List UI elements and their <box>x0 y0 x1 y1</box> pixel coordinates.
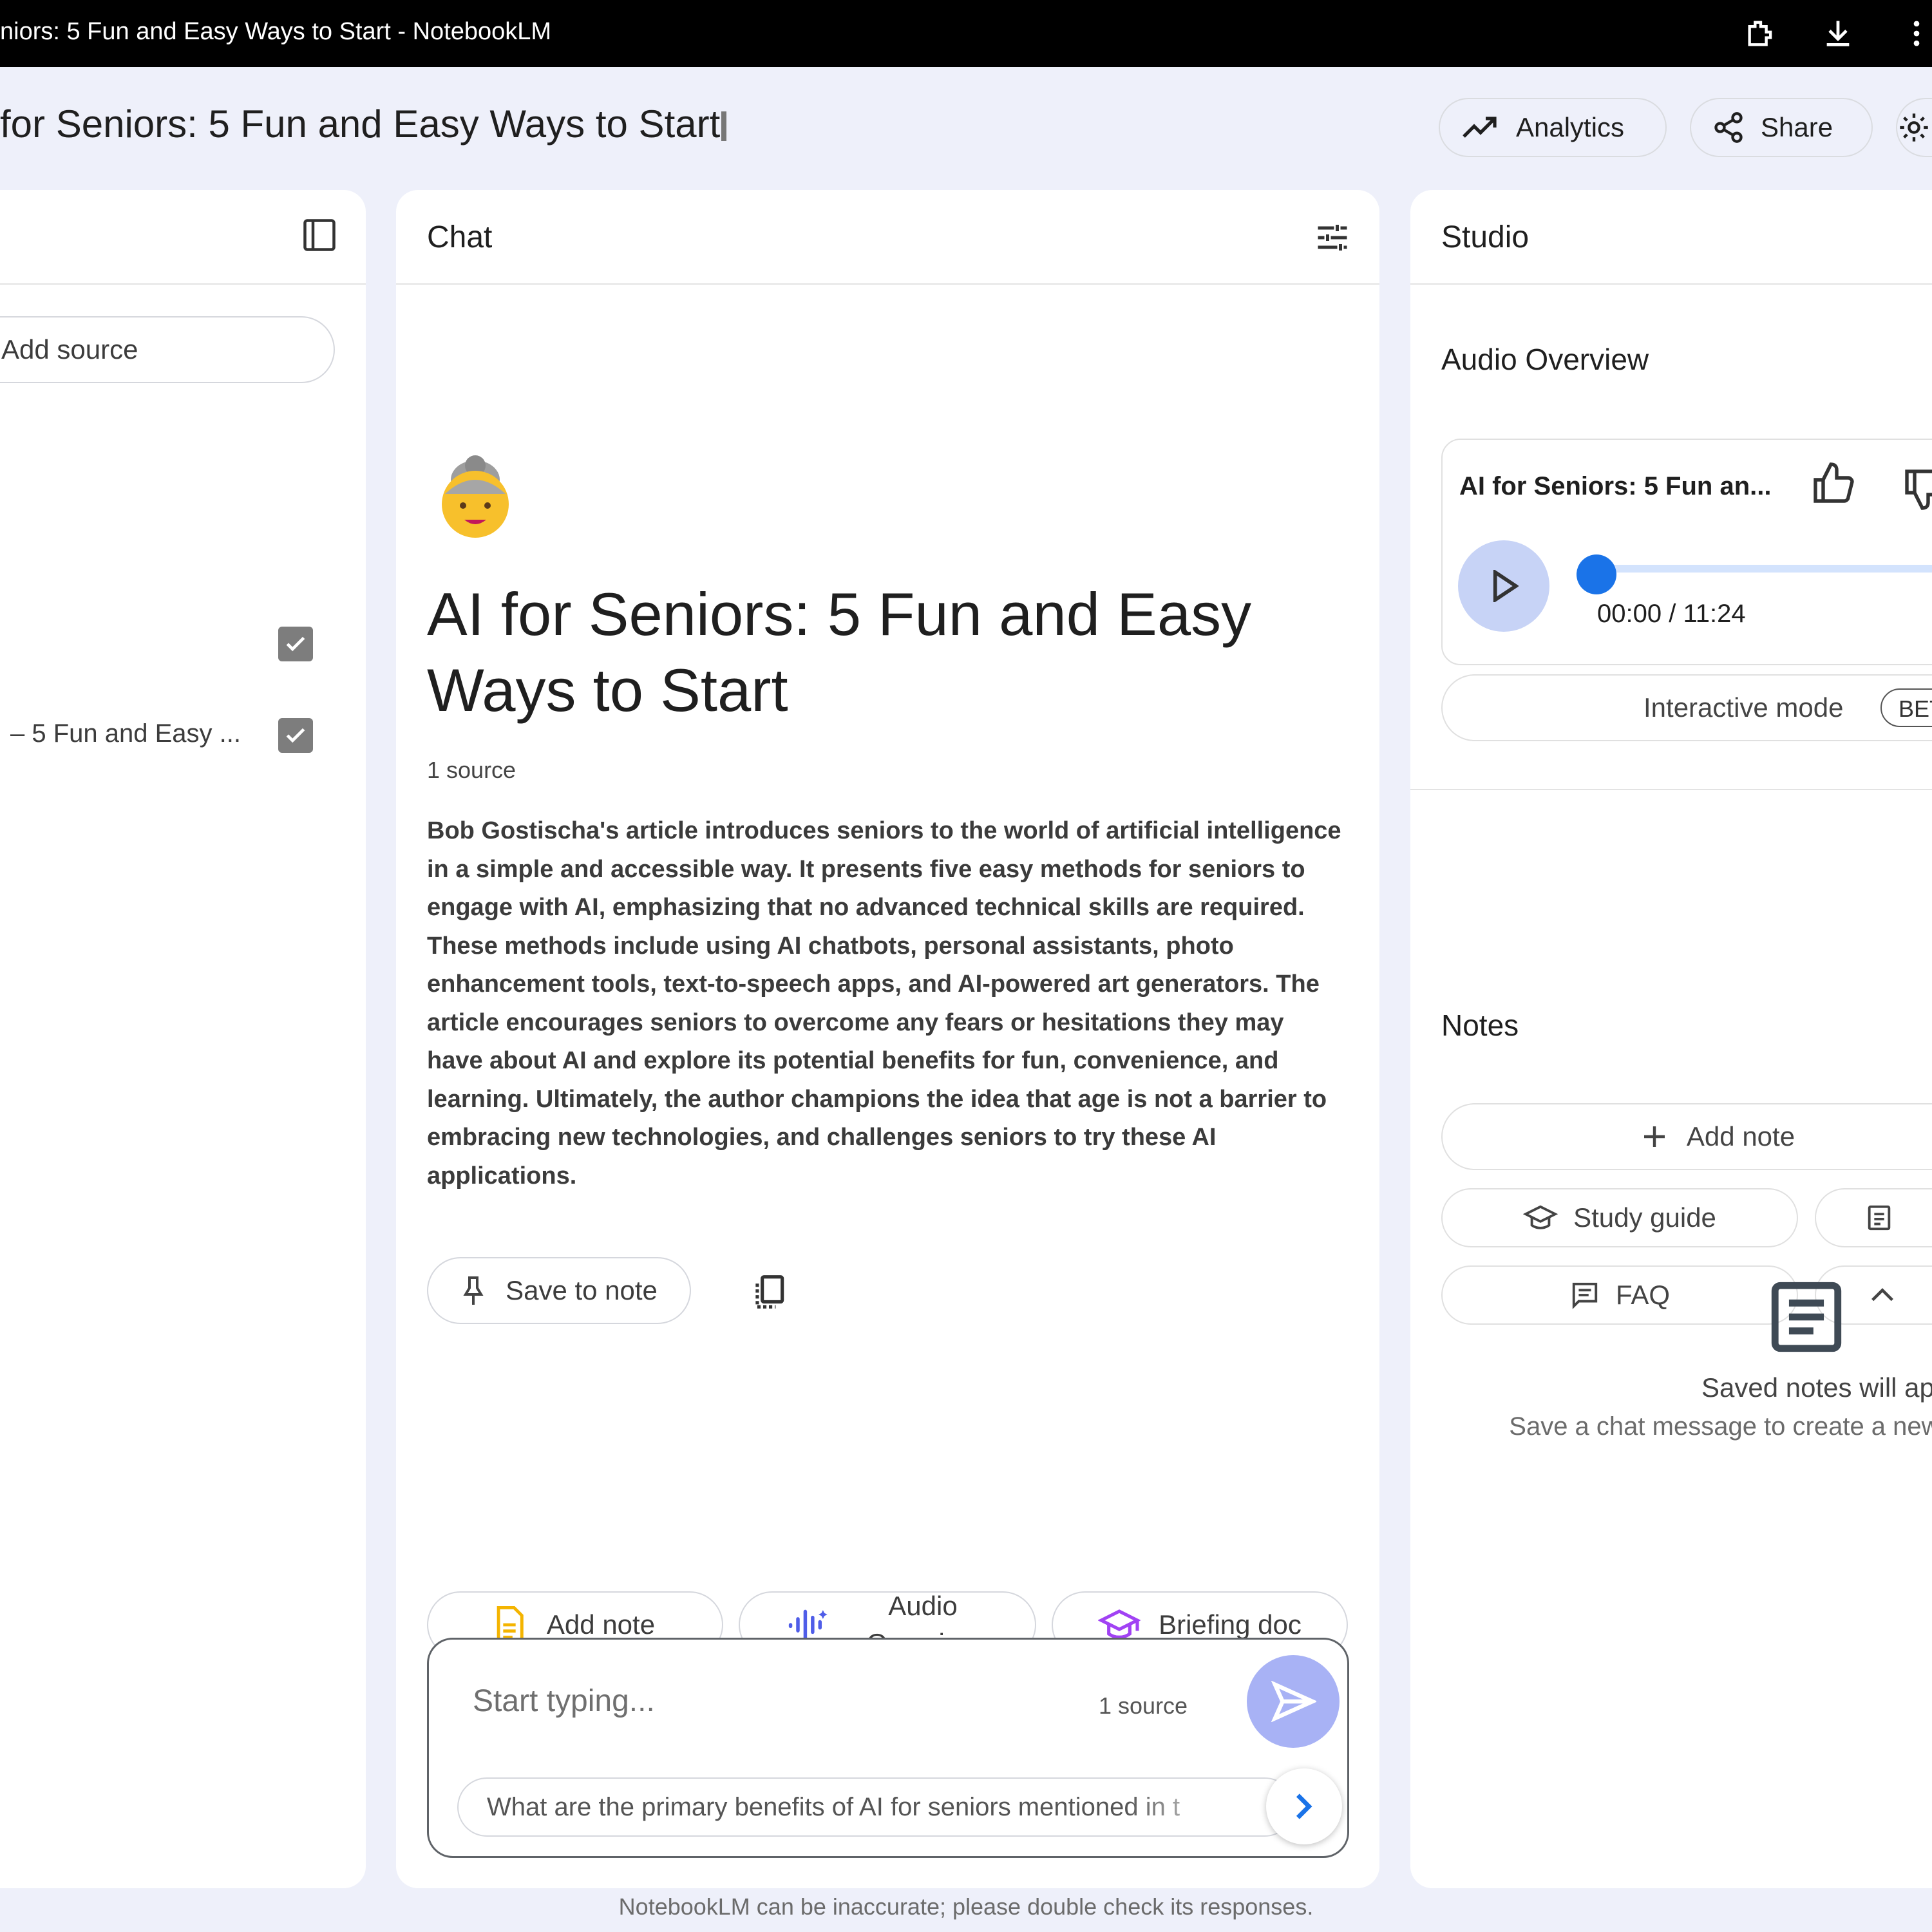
briefing-doc-button[interactable] <box>1815 1188 1932 1247</box>
thumbs-down-icon[interactable] <box>1901 466 1932 512</box>
share-button[interactable]: Share <box>1690 98 1873 157</box>
check-icon <box>286 636 305 652</box>
window-title: niors: 5 Fun and Easy Ways to Start - No… <box>0 18 552 45</box>
notes-empty-title: Saved notes will appear <box>1701 1372 1932 1403</box>
composer-source-count: 1 source <box>1099 1692 1188 1719</box>
more-vert-icon[interactable] <box>1900 17 1932 50</box>
chat-input[interactable]: Start typing... <box>473 1683 655 1719</box>
interactive-mode-button[interactable]: Interactive mode BET <box>1441 674 1932 741</box>
send-button[interactable] <box>1247 1655 1340 1748</box>
pin-icon <box>463 1276 484 1305</box>
mortarboard-icon <box>1523 1205 1558 1229</box>
studio-divider <box>1410 789 1932 790</box>
play-icon <box>1493 570 1519 602</box>
audio-progress-handle[interactable] <box>1577 554 1616 594</box>
studio-panel-header: Studio <box>1410 190 1932 285</box>
chat-panel-header: Chat <box>396 190 1379 285</box>
sources-panel: Add source – 5 Fun and Easy ... <box>0 190 366 1888</box>
notes-empty-icon <box>1771 1282 1842 1352</box>
chat-panel: Chat AI for Seniors: 5 Fun and Easy Ways… <box>396 190 1379 1888</box>
check-icon <box>286 728 305 743</box>
settings-button[interactable] <box>1896 98 1932 157</box>
studio-panel-title: Studio <box>1441 220 1530 254</box>
source-item-checkbox[interactable] <box>278 718 313 753</box>
chat-panel-title: Chat <box>427 220 493 254</box>
suggested-question[interactable]: What are the primary benefits of AI for … <box>457 1777 1294 1837</box>
document-icon <box>1868 1205 1891 1231</box>
share-icon <box>1714 112 1743 143</box>
send-icon <box>1271 1681 1316 1722</box>
copy-icon[interactable] <box>749 1272 789 1312</box>
add-note-button[interactable]: Add note <box>1441 1103 1932 1170</box>
add-source-button[interactable]: Add source <box>0 316 335 383</box>
chevron-up-icon <box>1871 1288 1893 1302</box>
window-title-bar: niors: 5 Fun and Easy Ways to Start - No… <box>0 0 1932 67</box>
next-suggestion-button[interactable] <box>1266 1768 1342 1844</box>
notebook-heading: AI for Seniors: 5 Fun and Easy Ways to S… <box>427 580 1252 724</box>
chat-bubble-icon <box>1572 1282 1598 1309</box>
faq-button[interactable]: FAQ <box>1441 1265 1798 1325</box>
select-all-checkbox[interactable] <box>278 627 313 661</box>
studio-panel: Studio Audio Overview AI for Seniors: 5 … <box>1410 190 1932 1888</box>
extension-icon[interactable] <box>1744 17 1777 50</box>
chat-composer: Start typing... 1 source What are the pr… <box>427 1638 1349 1858</box>
beta-badge: BET <box>1880 688 1932 727</box>
study-guide-button[interactable]: Study guide <box>1441 1188 1798 1247</box>
thumbs-up-icon[interactable] <box>1810 460 1856 507</box>
chevron-right-icon <box>1296 1794 1312 1819</box>
source-count: 1 source <box>427 757 516 783</box>
download-icon[interactable] <box>1821 17 1855 50</box>
source-item-label[interactable]: – 5 Fun and Easy ... <box>10 719 241 748</box>
save-to-note-button[interactable]: Save to note <box>427 1257 691 1324</box>
notes-title: Notes <box>1441 1009 1519 1042</box>
audio-overview-title: Audio Overview <box>1441 343 1649 376</box>
footer-disclaimer: NotebookLM can be inaccurate; please dou… <box>618 1893 1314 1920</box>
notes-empty-subtitle: Save a chat message to create a new note… <box>1509 1412 1932 1441</box>
play-button[interactable] <box>1458 540 1549 632</box>
analytics-button[interactable]: Analytics <box>1439 98 1667 157</box>
text-cursor <box>721 111 727 141</box>
audio-overview-card: AI for Seniors: 5 Fun an... 00:00 / 11:2… <box>1441 439 1932 665</box>
audio-time: 00:00 / 11:24 <box>1597 600 1746 628</box>
gear-icon <box>1900 113 1928 142</box>
tune-icon[interactable] <box>1313 218 1352 257</box>
plus-icon <box>1643 1126 1665 1147</box>
audio-progress-track[interactable] <box>1586 565 1932 573</box>
trending-up-icon <box>1463 117 1497 138</box>
notebook-summary: Bob Gostischa's article introduces senio… <box>427 817 1341 1189</box>
collapse-panel-icon[interactable] <box>300 216 339 254</box>
notebook-title[interactable]: for Seniors: 5 Fun and Easy Ways to Star… <box>0 102 727 146</box>
audio-title: AI for Seniors: 5 Fun an... <box>1459 472 1772 500</box>
notebook-emoji <box>433 454 517 547</box>
sources-panel-header <box>0 190 366 285</box>
